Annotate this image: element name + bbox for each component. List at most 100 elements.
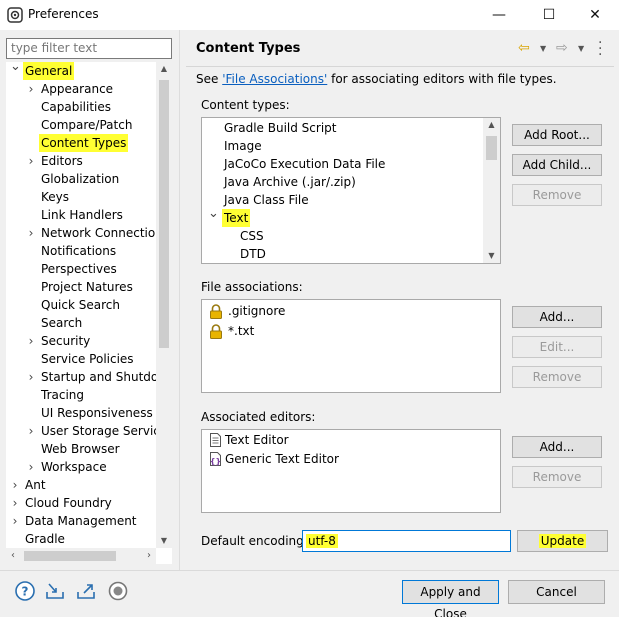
chevron-down-icon[interactable]: ⌄ <box>10 62 21 76</box>
file-association-item[interactable]: *.txt <box>202 322 500 340</box>
add-child-button[interactable]: Add Child... <box>512 154 602 176</box>
tree-item[interactable]: › Data Management <box>6 512 166 530</box>
remove-file-association-button[interactable]: Remove <box>512 366 602 388</box>
chevron-right-icon[interactable]: › <box>26 80 36 98</box>
tree-horizontal-scrollbar[interactable]: ‹ › <box>6 548 156 564</box>
content-type-item[interactable]: Gradle Build Script <box>202 119 484 137</box>
scroll-down-icon[interactable]: ▼ <box>156 534 172 548</box>
page-header: Content Types ⇦ ▼ ⇨ ▼ · · · <box>186 33 614 67</box>
scroll-up-icon[interactable]: ▲ <box>483 118 500 132</box>
associated-editor-item[interactable]: Text Editor <box>202 431 500 449</box>
chevron-right-icon[interactable]: › <box>26 332 36 350</box>
chevron-down-icon[interactable]: ▼ <box>540 44 546 53</box>
forward-arrow-icon[interactable]: ⇨ <box>556 40 568 56</box>
tree-item-label: Capabilities <box>41 100 111 114</box>
scroll-right-icon[interactable]: › <box>142 548 156 564</box>
content-type-item[interactable]: ⌄ Text <box>202 206 484 227</box>
add-file-association-button[interactable]: Add... <box>512 306 602 328</box>
tree-item[interactable]: Quick Search <box>6 296 166 314</box>
chevron-right-icon[interactable]: › <box>10 494 20 512</box>
scroll-up-icon[interactable]: ▲ <box>156 62 172 76</box>
cancel-button[interactable]: Cancel <box>508 580 605 604</box>
tree-item[interactable]: UI Responsiveness Monitoring <box>6 404 172 422</box>
tree-item-label: Security <box>41 334 91 348</box>
tree-item[interactable]: Link Handlers <box>6 206 166 224</box>
apply-and-close-button[interactable]: Apply and Close <box>402 580 499 617</box>
tree-item-label: Search <box>41 316 83 330</box>
tree-item[interactable]: › Editors <box>6 152 166 170</box>
tree-item[interactable]: › Appearance <box>6 80 166 98</box>
default-encoding-input[interactable]: utf-8 <box>302 530 511 552</box>
record-icon[interactable] <box>107 580 129 602</box>
chevron-right-icon[interactable]: › <box>10 512 20 530</box>
content-type-item[interactable]: Image <box>202 137 484 155</box>
scroll-left-icon[interactable]: ‹ <box>6 548 20 564</box>
content-type-item[interactable]: DTD <box>202 245 484 263</box>
tree-item[interactable]: Perspectives <box>6 260 166 278</box>
content-type-item[interactable]: Java Class File <box>202 191 484 209</box>
tree-item[interactable]: Project Natures <box>6 278 166 296</box>
associated-editor-label: Text Editor <box>225 433 289 447</box>
tree-item[interactable]: › Network Connections <box>6 224 169 242</box>
tree-item[interactable]: Capabilities <box>6 98 166 116</box>
export-icon[interactable] <box>75 580 97 602</box>
associated-editor-item[interactable]: {} Generic Text Editor <box>202 450 500 468</box>
chevron-down-icon[interactable]: ⌄ <box>208 205 219 223</box>
scrollbar-thumb[interactable] <box>24 551 116 561</box>
chevron-right-icon[interactable]: › <box>26 422 36 440</box>
pane-divider[interactable] <box>179 30 180 570</box>
chevron-down-icon[interactable]: ▼ <box>578 44 584 53</box>
filter-input[interactable]: type filter text <box>6 38 172 59</box>
chevron-right-icon[interactable]: › <box>10 476 20 494</box>
scroll-down-icon[interactable]: ▼ <box>483 249 500 263</box>
tree-item[interactable]: Globalization <box>6 170 166 188</box>
content-types-scrollbar[interactable]: ▲ ▼ <box>483 118 500 263</box>
import-icon[interactable] <box>44 580 66 602</box>
chevron-right-icon[interactable]: › <box>26 224 36 242</box>
window-title: Preferences <box>28 7 99 21</box>
tree-item[interactable]: Gradle <box>6 530 166 548</box>
scrollbar-thumb[interactable] <box>159 80 169 348</box>
header-separator <box>186 66 614 67</box>
view-menu-icon[interactable]: · · · <box>598 36 602 62</box>
tree-vertical-scrollbar[interactable]: ▲ ▼ <box>156 62 172 548</box>
tree-item[interactable]: Web Browser <box>6 440 166 458</box>
back-arrow-icon[interactable]: ⇦ <box>518 40 530 56</box>
chevron-right-icon[interactable]: › <box>26 368 36 386</box>
add-root-button[interactable]: Add Root... <box>512 124 602 146</box>
content-types-tree: ▲ ▼ Gradle Build Script Image JaCoCo Execu… <box>201 117 501 264</box>
tree-item[interactable]: Service Policies <box>6 350 166 368</box>
tree-item[interactable]: › Cloud Foundry <box>6 494 166 512</box>
maximize-button[interactable]: ☐ <box>536 4 562 26</box>
remove-content-type-button[interactable]: Remove <box>512 184 602 206</box>
tree-item[interactable]: Content Types <box>6 134 166 152</box>
help-icon[interactable]: ? <box>14 580 36 602</box>
tree-item[interactable]: › Workspace <box>6 458 166 476</box>
scrollbar-thumb[interactable] <box>486 136 497 160</box>
tree-item[interactable]: › User Storage Service <box>6 422 168 440</box>
file-associations-link[interactable]: 'File Associations' <box>222 72 327 86</box>
update-button[interactable]: Update <box>517 530 608 552</box>
file-association-item[interactable]: .gitignore <box>202 302 500 320</box>
tree-item[interactable]: › Security <box>6 332 166 350</box>
minimize-button[interactable]: — <box>486 4 512 26</box>
add-editor-button[interactable]: Add... <box>512 436 602 458</box>
content-type-item[interactable]: CSS <box>202 227 484 245</box>
encoding-value: utf-8 <box>306 534 338 548</box>
remove-editor-button[interactable]: Remove <box>512 466 602 488</box>
chevron-right-icon[interactable]: › <box>26 152 36 170</box>
tree-item[interactable]: › Startup and Shutdown <box>6 368 172 386</box>
tree-item[interactable]: ⌄ General <box>6 62 166 80</box>
content-type-label: Image <box>224 139 262 153</box>
edit-file-association-button[interactable]: Edit... <box>512 336 602 358</box>
content-type-item[interactable]: JaCoCo Execution Data File <box>202 155 484 173</box>
tree-item[interactable]: › Ant <box>6 476 166 494</box>
tree-item[interactable]: Keys <box>6 188 166 206</box>
content-type-item[interactable]: Java Archive (.jar/.zip) <box>202 173 484 191</box>
close-button[interactable]: ✕ <box>582 4 608 26</box>
tree-item[interactable]: Notifications <box>6 242 166 260</box>
chevron-right-icon[interactable]: › <box>26 458 36 476</box>
tree-item[interactable]: Compare/Patch <box>6 116 166 134</box>
tree-item[interactable]: Tracing <box>6 386 166 404</box>
tree-item[interactable]: Search <box>6 314 166 332</box>
